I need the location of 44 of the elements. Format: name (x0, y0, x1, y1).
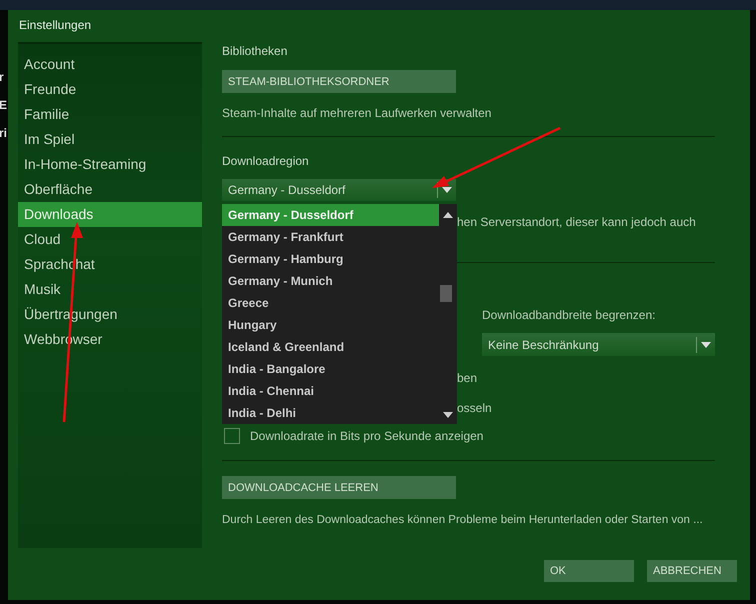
caret-icon (701, 342, 711, 348)
dropdown-field[interactable]: Germany - Dusseldorf (222, 179, 456, 201)
description-text: Steam-Inhalte auf mehreren Laufwerken verwalten (222, 105, 492, 121)
background-text: E (0, 98, 8, 112)
scroll-up-icon[interactable] (443, 212, 453, 218)
scrollbar-thumb[interactable] (440, 285, 452, 302)
checkbox[interactable] (224, 428, 240, 444)
section-heading: Downloadregion (222, 153, 310, 169)
sidebar-item[interactable]: Im Spiel (18, 127, 202, 152)
field-label: Downloadbandbreite begrenzen: (482, 307, 656, 323)
checkbox-label: Downloadrate in Bits pro Sekunde anzeigen (250, 428, 484, 444)
checkbox-label: ben (457, 370, 478, 386)
background-text: ri (0, 126, 8, 140)
section-heading: Bibliotheken (222, 43, 288, 59)
dropdown-value: Germany - Dusseldorf (228, 183, 346, 197)
dialog-button[interactable]: OK (544, 560, 634, 582)
sidebar-item[interactable]: Musik (18, 277, 202, 302)
scroll-down-icon[interactable] (443, 412, 453, 418)
sidebar-item[interactable]: Cloud (18, 227, 202, 252)
sidebar-item[interactable]: Account (18, 52, 202, 77)
dropdown-option[interactable]: India - Chennai (222, 380, 439, 402)
dropdown-option[interactable]: Iceland & Greenland (222, 336, 439, 358)
sidebar-item[interactable]: Oberfläche (18, 177, 202, 202)
background-text: r (0, 70, 5, 84)
dropdown-option[interactable]: Hungary (222, 314, 439, 336)
description-text: hen Serverstandort, dieser kann jedoch auch (457, 214, 697, 230)
description-text: Durch Leeren des Downloadcaches können Probleme beim Herunterladen oder Starten von ... (222, 513, 704, 528)
dropdown-option[interactable]: Germany - Frankfurt (222, 226, 439, 248)
dropdown-option[interactable]: India - Bangalore (222, 358, 439, 380)
window-title: Einstellungen (18, 17, 92, 34)
dropdown-option[interactable]: Germany - Munich (222, 270, 439, 292)
dropdown-option[interactable]: Greece (222, 292, 439, 314)
dialog-button[interactable]: ABBRECHEN (647, 560, 737, 582)
dropdown-option[interactable]: India - Delhi (222, 402, 439, 424)
sidebar-item[interactable]: Familie (18, 102, 202, 127)
dropdown-option[interactable]: Germany - Hamburg (222, 248, 439, 270)
checkbox-label: osseln (457, 400, 492, 416)
clear-cache-button[interactable]: DOWNLOADCACHE LEEREN (222, 476, 456, 499)
dropdown-value: Keine Beschränkung (488, 338, 599, 352)
caret-icon (442, 187, 452, 193)
sidebar-item[interactable]: Freunde (18, 77, 202, 102)
dropdown-field[interactable]: Keine Beschränkung (482, 333, 715, 356)
library-folders-button[interactable]: STEAM-BIBLIOTHEKSORDNER (222, 70, 456, 93)
sidebar-item[interactable]: In-Home-Streaming (18, 152, 202, 177)
